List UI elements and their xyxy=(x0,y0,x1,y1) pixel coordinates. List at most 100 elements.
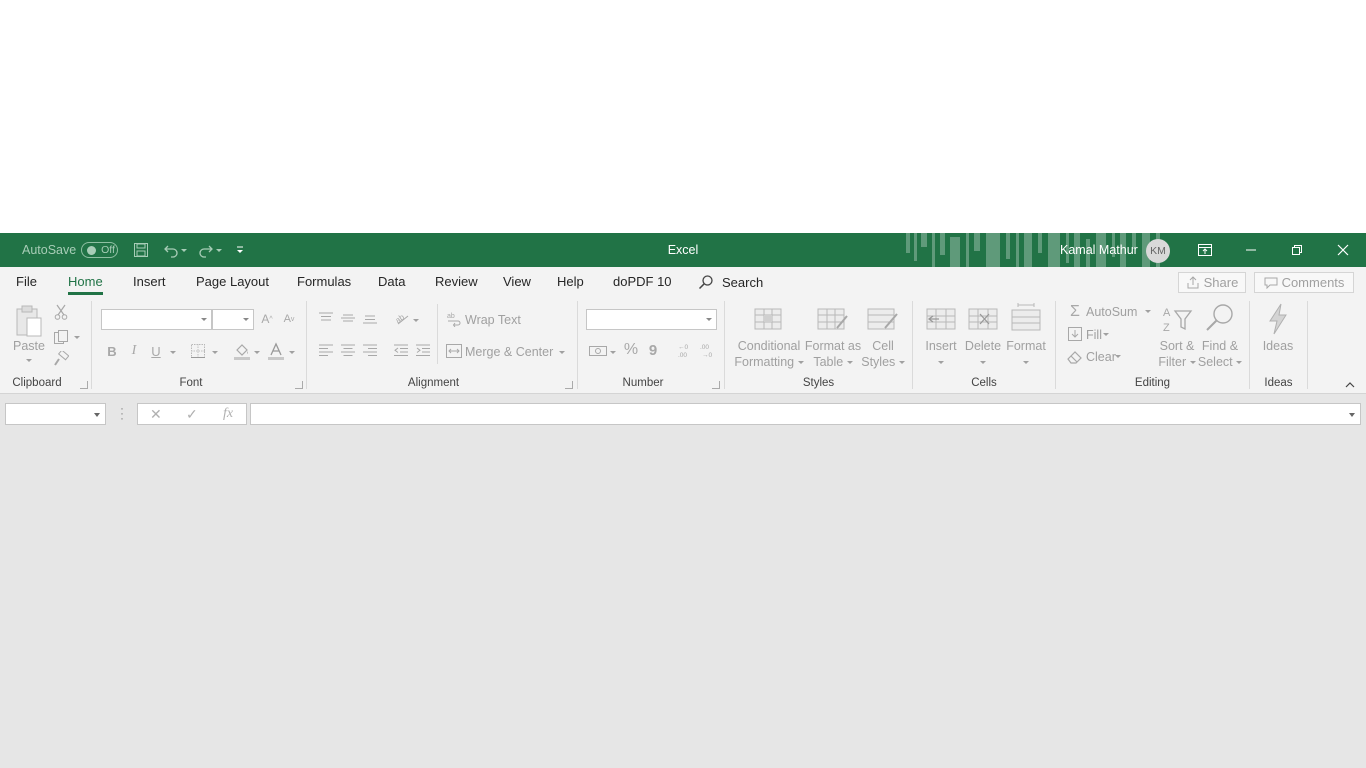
cell-styles-label[interactable]: Cell Styles xyxy=(860,338,906,370)
wrap-text-icon[interactable]: ab xyxy=(446,311,462,327)
fill-dropdown-icon[interactable] xyxy=(1102,329,1110,339)
redo-icon[interactable] xyxy=(196,233,216,267)
merge-center-icon[interactable] xyxy=(446,343,462,359)
close-icon[interactable] xyxy=(1320,233,1366,267)
find-select-label[interactable]: Find & Select xyxy=(1196,338,1244,370)
name-box[interactable] xyxy=(5,403,106,425)
formula-input[interactable] xyxy=(250,403,1361,425)
merge-dropdown-icon[interactable] xyxy=(558,347,566,357)
decrease-indent-icon[interactable] xyxy=(392,342,410,358)
tab-help[interactable]: Help xyxy=(557,267,584,297)
ideas-label[interactable]: Ideas xyxy=(1256,338,1300,354)
conditional-formatting-label[interactable]: Conditional Formatting xyxy=(732,338,806,370)
insert-cells-label[interactable]: Insert xyxy=(920,338,962,370)
undo-icon[interactable] xyxy=(161,233,181,267)
top-align-icon[interactable] xyxy=(317,310,335,326)
cell-styles-icon[interactable] xyxy=(866,305,900,333)
name-box-dropdown-icon[interactable] xyxy=(94,413,100,417)
sort-filter-label[interactable]: Sort & Filter xyxy=(1155,338,1199,370)
customize-toolbar-icon[interactable] xyxy=(233,233,247,267)
format-cells-label[interactable]: Format xyxy=(1004,338,1048,370)
tell-me-search[interactable]: Search xyxy=(698,267,763,297)
tab-file[interactable]: File xyxy=(16,267,37,297)
format-painter-icon[interactable] xyxy=(52,350,70,368)
delete-cells-label[interactable]: Delete xyxy=(962,338,1004,370)
increase-indent-icon[interactable] xyxy=(414,342,432,358)
expand-formula-bar-icon[interactable] xyxy=(1349,413,1355,417)
eraser-icon[interactable] xyxy=(1067,349,1083,365)
minimize-icon[interactable] xyxy=(1228,233,1274,267)
italic-button[interactable]: I xyxy=(126,342,142,360)
copy-dropdown-icon[interactable] xyxy=(73,332,81,342)
copy-icon[interactable] xyxy=(52,328,70,346)
paste-label[interactable]: Paste xyxy=(10,338,48,354)
number-launcher-icon[interactable] xyxy=(712,381,720,389)
comments-button[interactable]: Comments xyxy=(1254,272,1354,293)
orientation-icon[interactable]: ab xyxy=(393,309,411,327)
borders-dropdown-icon[interactable] xyxy=(211,347,219,357)
tab-review[interactable]: Review xyxy=(435,267,478,297)
restore-icon[interactable] xyxy=(1274,233,1320,267)
cut-icon[interactable] xyxy=(52,303,70,321)
find-select-icon[interactable] xyxy=(1203,302,1237,334)
increase-decimal-icon[interactable]: ←0.00 xyxy=(674,341,694,359)
cancel-entry-icon[interactable]: ✕ xyxy=(150,404,162,424)
alignment-launcher-icon[interactable] xyxy=(565,381,573,389)
redo-dropdown-icon[interactable] xyxy=(215,233,223,267)
formula-bar-resize-handle[interactable]: · · · xyxy=(120,402,124,424)
clipboard-launcher-icon[interactable] xyxy=(80,381,88,389)
undo-dropdown-icon[interactable] xyxy=(180,233,188,267)
tab-dopdf[interactable]: doPDF 10 xyxy=(613,267,672,297)
collapse-ribbon-icon[interactable] xyxy=(1343,379,1357,391)
fill-color-dropdown-icon[interactable] xyxy=(253,347,261,357)
tab-data[interactable]: Data xyxy=(378,267,405,297)
bold-button[interactable]: B xyxy=(104,342,120,360)
enter-entry-icon[interactable]: ✓ xyxy=(186,404,198,424)
middle-align-icon[interactable] xyxy=(339,310,357,326)
percent-style-button[interactable]: % xyxy=(622,341,640,359)
increase-font-icon[interactable]: A ^ xyxy=(259,310,275,328)
paste-dropdown-icon[interactable] xyxy=(25,355,33,365)
autosum-icon[interactable]: Σ xyxy=(1068,303,1082,321)
ribbon-display-options-icon[interactable] xyxy=(1182,233,1228,267)
autosum-dropdown-icon[interactable] xyxy=(1144,306,1152,316)
underline-dropdown-icon[interactable] xyxy=(169,347,177,357)
accounting-format-icon[interactable] xyxy=(588,342,608,360)
decrease-decimal-icon[interactable]: .00 →0 xyxy=(697,341,717,359)
clear-label[interactable]: Clear xyxy=(1086,350,1116,364)
tab-insert[interactable]: Insert xyxy=(133,267,166,297)
sort-filter-icon[interactable]: AZ xyxy=(1160,304,1194,334)
format-cells-icon[interactable] xyxy=(1010,302,1042,333)
font-color-dropdown-icon[interactable] xyxy=(288,347,296,357)
font-size-combo[interactable] xyxy=(212,309,254,330)
autosave-toggle[interactable]: Off xyxy=(81,242,118,258)
merge-center-label[interactable]: Merge & Center xyxy=(465,345,553,359)
font-name-combo[interactable] xyxy=(101,309,212,330)
align-center-icon[interactable] xyxy=(339,342,357,358)
accounting-dropdown-icon[interactable] xyxy=(609,347,617,357)
number-format-combo[interactable] xyxy=(586,309,717,330)
user-name[interactable]: Kamal Mathur xyxy=(1060,233,1138,267)
paste-icon[interactable] xyxy=(14,303,44,339)
align-right-icon[interactable] xyxy=(361,342,379,358)
conditional-formatting-icon[interactable] xyxy=(753,305,785,333)
comma-style-button[interactable]: 9 xyxy=(645,341,661,359)
underline-button[interactable]: U xyxy=(148,342,164,360)
fill-label[interactable]: Fill xyxy=(1086,328,1102,342)
font-launcher-icon[interactable] xyxy=(295,381,303,389)
delete-cells-icon[interactable] xyxy=(967,305,999,333)
bottom-align-icon[interactable] xyxy=(361,310,379,326)
fill-color-icon[interactable] xyxy=(232,341,252,361)
decrease-font-icon[interactable]: Av xyxy=(281,310,297,328)
tab-page-layout[interactable]: Page Layout xyxy=(196,267,269,297)
share-button[interactable]: Share xyxy=(1178,272,1246,293)
tab-home[interactable]: Home xyxy=(68,267,103,297)
tab-formulas[interactable]: Formulas xyxy=(297,267,351,297)
format-as-table-label[interactable]: Format as Table xyxy=(802,338,864,370)
format-as-table-icon[interactable] xyxy=(816,305,850,333)
insert-cells-icon[interactable] xyxy=(925,305,957,333)
save-icon[interactable] xyxy=(131,233,151,267)
font-color-icon[interactable] xyxy=(266,341,286,361)
borders-icon[interactable] xyxy=(189,342,207,360)
align-left-icon[interactable] xyxy=(317,342,335,358)
